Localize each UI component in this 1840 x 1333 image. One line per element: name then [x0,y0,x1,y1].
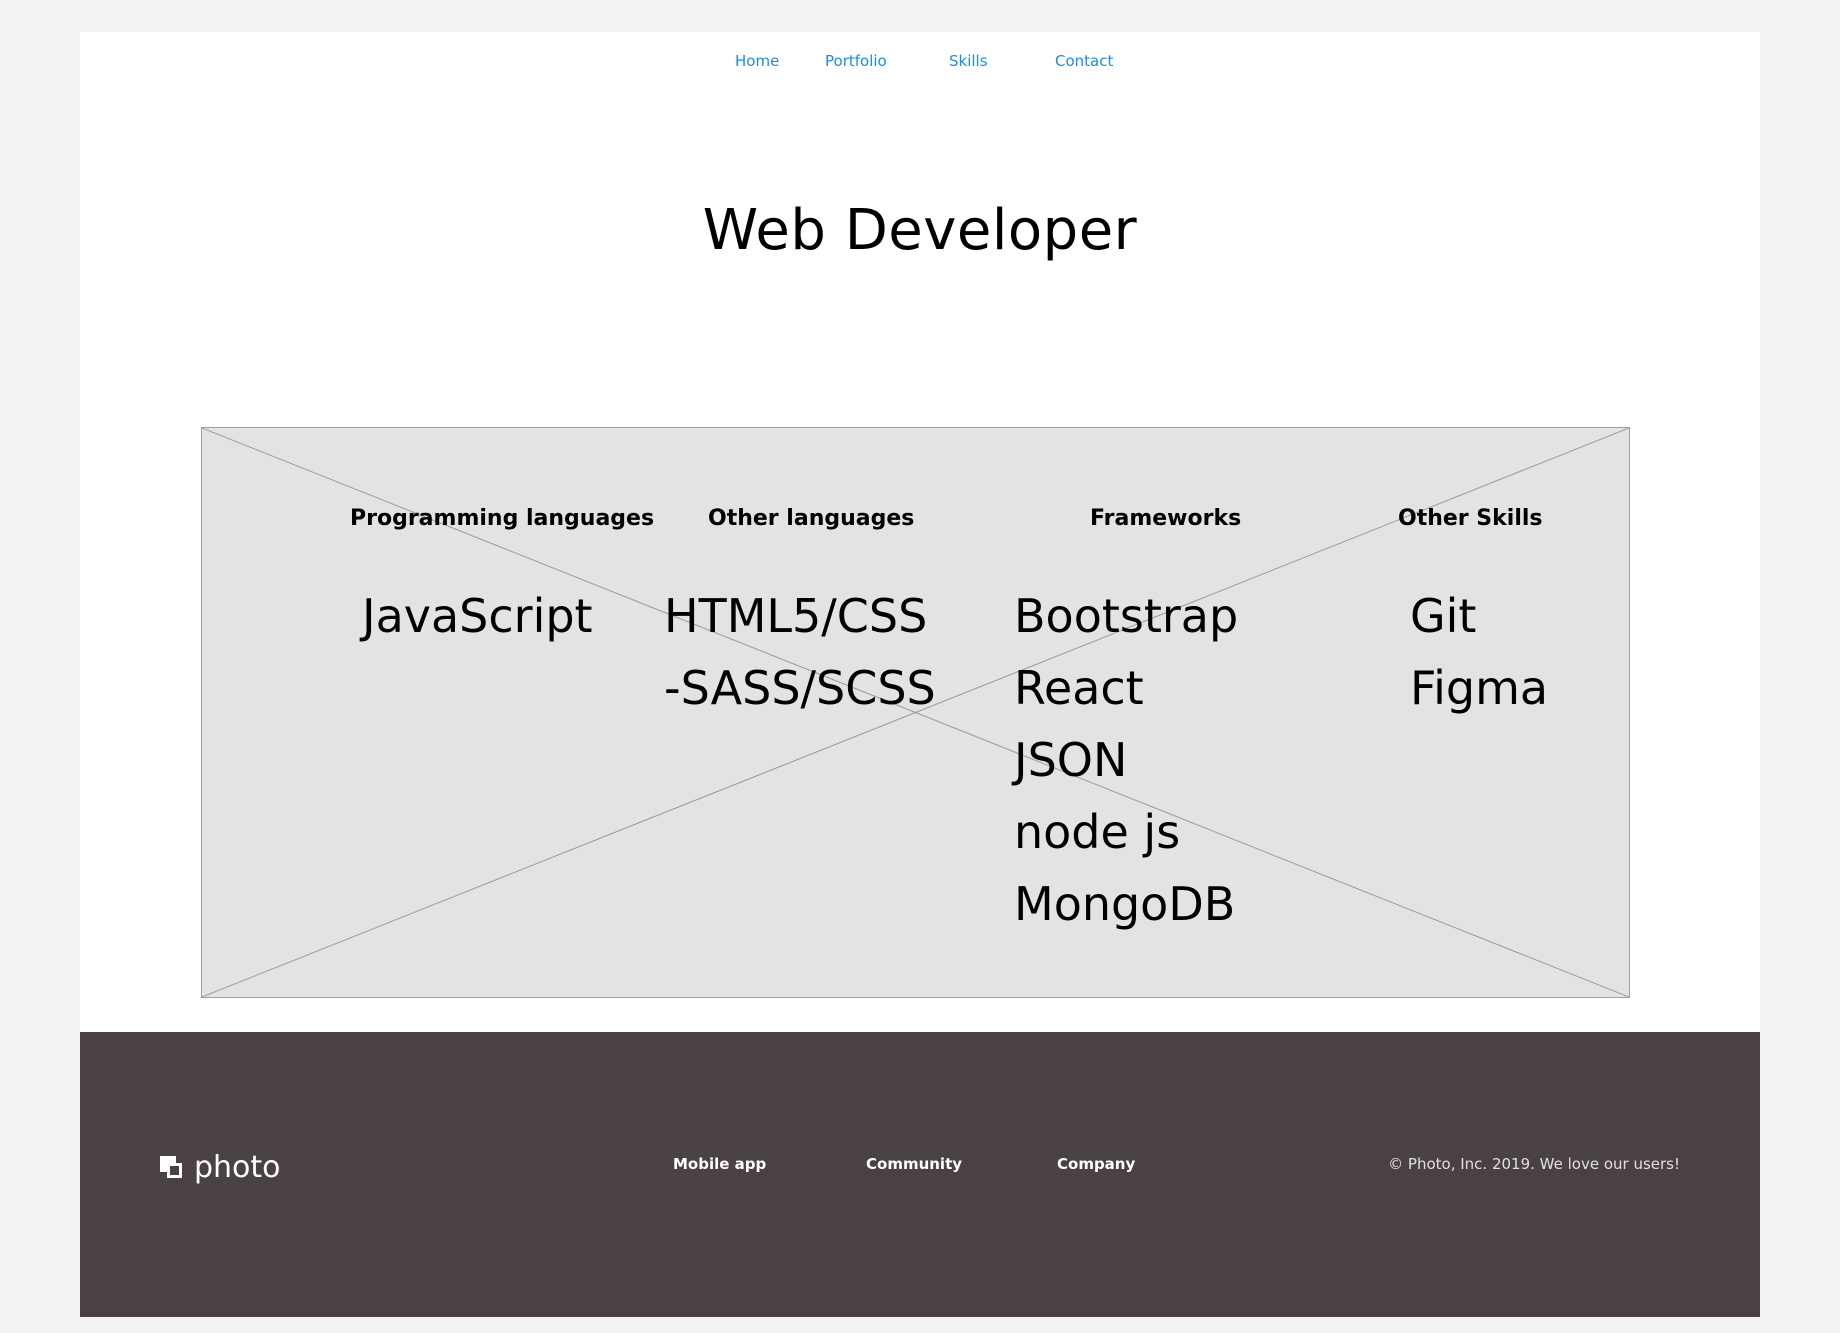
page-title: Web Developer [702,198,1138,263]
skill-item: Git [1410,589,1477,643]
skills-list-other-skills: Git Figma [1410,580,1548,724]
nav-link-skills[interactable]: Skills [949,52,988,70]
skill-item: MongoDB [1014,877,1236,931]
skills-column-title-programming: Programming languages [350,506,655,531]
skill-item: JSON [1014,733,1128,787]
footer-link-community[interactable]: Community [866,1155,962,1173]
copyright-text: © Photo, Inc. 2019. We love our users! [1388,1155,1680,1173]
footer-logo[interactable]: photo [160,1150,281,1185]
skills-list-programming: JavaScript [362,580,593,652]
skill-item: node js [1014,805,1181,859]
top-nav: Home Portfolio Skills Contact [80,32,1760,92]
footer-link-company[interactable]: Company [1057,1155,1135,1173]
skills-list-frameworks: Bootstrap React JSON node js MongoDB [1014,580,1238,940]
skills-column-title-frameworks: Frameworks [1090,506,1242,531]
skill-item: Bootstrap [1014,589,1239,643]
skills-column-title-other-skills: Other Skills [1398,506,1543,531]
footer: photo Mobile app Community Company © Pho… [80,1032,1760,1317]
skills-column-title-other-languages: Other languages [708,506,915,531]
nav-link-portfolio[interactable]: Portfolio [825,52,887,70]
skill-item: Figma [1410,661,1549,715]
nav-link-contact[interactable]: Contact [1055,52,1113,70]
footer-link-mobile-app[interactable]: Mobile app [673,1155,766,1173]
skills-list-other-languages: HTML5/CSS -SASS/SCSS [664,580,936,724]
nav-link-home[interactable]: Home [735,52,779,70]
skill-item: React [1014,661,1144,715]
skill-item: JavaScript [362,589,593,643]
page: Home Portfolio Skills Contact Web Develo… [80,32,1760,1317]
skills-image-placeholder: Programming languages JavaScript Other l… [201,427,1630,998]
photo-logo-icon [160,1155,184,1180]
logo-text: photo [194,1150,281,1185]
skill-item: -SASS/SCSS [664,661,936,715]
skill-item: HTML5/CSS [664,589,928,643]
